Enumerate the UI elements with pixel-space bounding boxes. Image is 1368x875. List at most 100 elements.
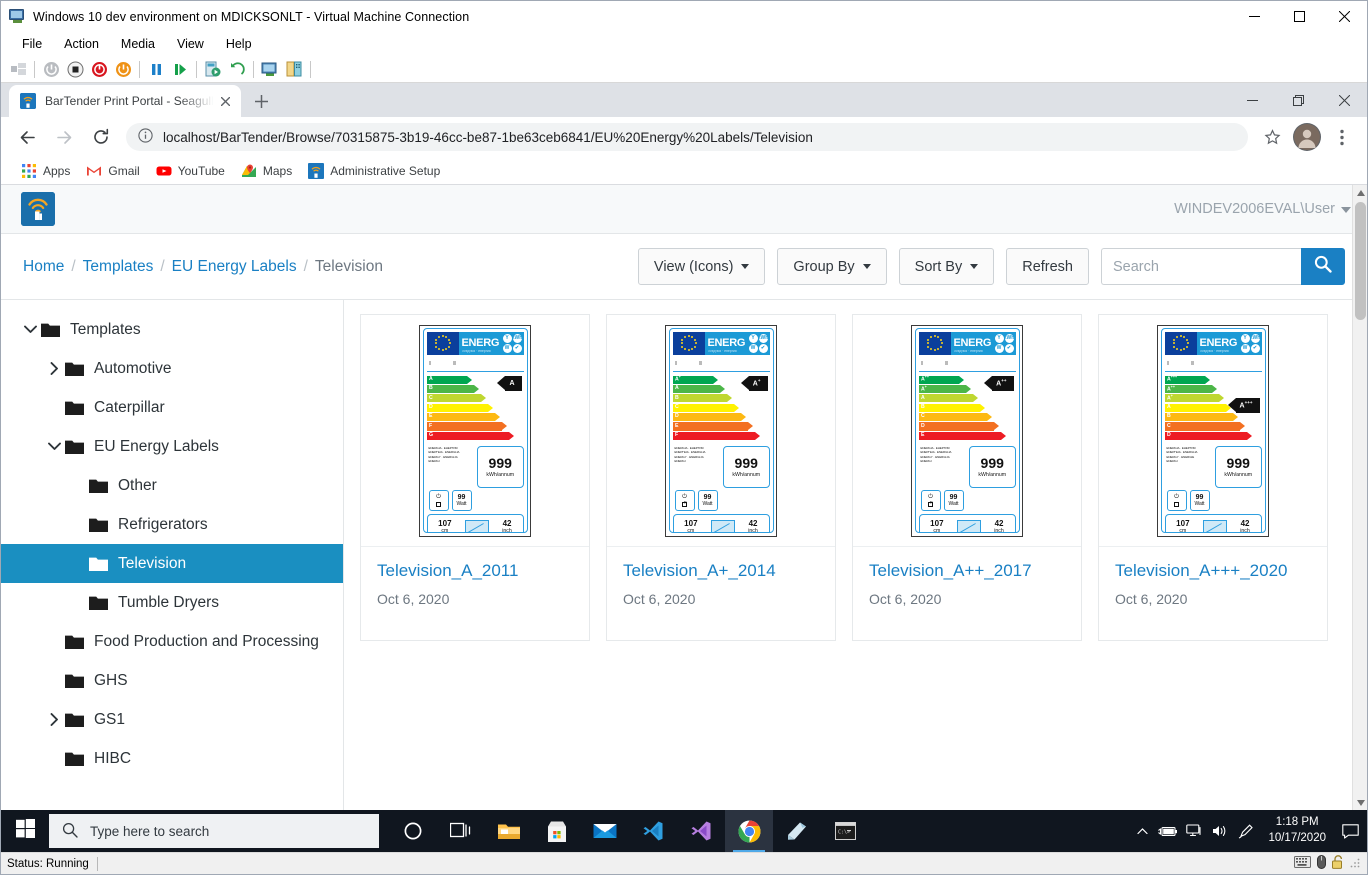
profile-avatar-icon[interactable] (1293, 123, 1321, 151)
task-view-icon[interactable] (437, 810, 485, 852)
scroll-down-arrow[interactable] (1353, 795, 1367, 810)
back-button[interactable] (13, 123, 41, 151)
sidebar-item-refrigerators[interactable]: Refrigerators (1, 505, 343, 544)
breadcrumb-item-home[interactable]: Home (23, 258, 64, 276)
template-card[interactable]: ENERGενεργεια · енергияYkWhW✔A++A+ABCDEA… (852, 314, 1082, 641)
battery-charging-icon[interactable] (1155, 810, 1181, 852)
enhanced-session-icon[interactable] (258, 57, 282, 81)
pause-icon[interactable] (144, 57, 168, 81)
microsoft-store-icon[interactable] (533, 810, 581, 852)
sidebar-item-gs1[interactable]: GS1 (1, 700, 343, 739)
mail-icon[interactable] (581, 810, 629, 852)
user-menu[interactable]: WINDEV2006EVAL\User (1174, 201, 1351, 217)
refresh-button[interactable]: Refresh (1006, 248, 1089, 285)
template-thumbnail[interactable]: ENERGενεργεια · енергияYkWhW✔ABCDEFGAENE… (361, 315, 589, 547)
bookmark-apps[interactable]: Apps (13, 160, 78, 182)
menu-media[interactable]: Media (110, 34, 166, 55)
new-tab-button[interactable] (247, 87, 275, 115)
chevron-right-icon[interactable] (43, 709, 65, 731)
sidebar-item-caterpillar[interactable]: Caterpillar (1, 388, 343, 427)
chrome-close-button[interactable] (1321, 83, 1367, 117)
resize-grip-icon[interactable] (1350, 857, 1361, 871)
bookmark-administrative-setup[interactable]: Administrative Setup (300, 160, 448, 182)
menu-action[interactable]: Action (53, 34, 110, 55)
turnoff-icon[interactable] (63, 57, 87, 81)
info-circle-icon[interactable] (138, 128, 153, 146)
start-button[interactable] (1, 810, 49, 852)
forward-button[interactable] (50, 123, 78, 151)
chrome-minimize-button[interactable] (1229, 83, 1275, 117)
template-card[interactable]: ENERGενεργεια · енергияYkWhW✔A+++A++A+AB… (1098, 314, 1328, 641)
sidebar-item-tumble-dryers[interactable]: Tumble Dryers (1, 583, 343, 622)
search-button[interactable] (1301, 248, 1345, 285)
bookmark-maps[interactable]: Maps (233, 160, 300, 182)
chevron-down-icon[interactable] (43, 436, 65, 458)
bartender-print-portal-logo[interactable] (21, 192, 55, 226)
pen-workspace-icon[interactable] (1233, 810, 1259, 852)
sidebar-item-automotive[interactable]: Automotive (1, 349, 343, 388)
terminal-icon[interactable]: C:\> (821, 810, 869, 852)
file-explorer-icon[interactable] (485, 810, 533, 852)
template-thumbnail[interactable]: ENERGενεργεια · енергияYkWhW✔A++A+ABCDEA… (853, 315, 1081, 547)
cortana-icon[interactable] (389, 810, 437, 852)
volume-icon[interactable] (1207, 810, 1233, 852)
bookmark-youtube[interactable]: YouTube (148, 160, 233, 182)
revert-icon[interactable] (225, 57, 249, 81)
checkpoint-icon[interactable] (201, 57, 225, 81)
sidebar-item-eu-energy-labels[interactable]: EU Energy Labels (1, 427, 343, 466)
visual-studio-icon[interactable] (677, 810, 725, 852)
template-card[interactable]: ENERGενεργεια · енергияYkWhW✔ABCDEFGAENE… (360, 314, 590, 641)
sidebar-item-hibc[interactable]: HIBC (1, 739, 343, 778)
settings-icon[interactable] (282, 57, 306, 81)
start-icon[interactable] (111, 57, 135, 81)
vm-restore-button[interactable] (1277, 1, 1322, 32)
vm-minimize-button[interactable] (1232, 1, 1277, 32)
taskbar-search[interactable]: Type here to search (49, 814, 379, 848)
browser-tab[interactable]: BarTender Print Portal - Seagull S (9, 85, 241, 117)
vm-close-button[interactable] (1322, 1, 1367, 32)
vs-code-icon[interactable] (629, 810, 677, 852)
template-title-link[interactable]: Television_A+_2014 (623, 561, 819, 581)
template-thumbnail[interactable]: ENERGενεργεια · енергияYkWhW✔A+++A++A+AB… (1099, 315, 1327, 547)
template-card[interactable]: ENERGενεργεια · енергияYkWhW✔A+ABCDEFA+E… (606, 314, 836, 641)
bookmark-gmail[interactable]: Gmail (78, 160, 147, 182)
template-title-link[interactable]: Television_A++_2017 (869, 561, 1065, 581)
reset-icon[interactable] (87, 57, 111, 81)
scroll-up-arrow[interactable] (1353, 185, 1367, 200)
taskbar-clock[interactable]: 1:18 PM 10/17/2020 (1259, 815, 1335, 846)
three-dot-menu-icon[interactable] (1328, 123, 1356, 151)
address-bar[interactable]: localhost/BarTender/Browse/70315875-3b19… (126, 123, 1248, 151)
breadcrumb-item-templates[interactable]: Templates (83, 258, 154, 276)
sidebar-item-food-production-and-processing[interactable]: Food Production and Processing (1, 622, 343, 661)
star-outline-icon[interactable] (1258, 123, 1286, 151)
breadcrumb-item-eu-energy-labels[interactable]: EU Energy Labels (172, 258, 297, 276)
sort-by-button[interactable]: Sort By (899, 248, 995, 285)
thumbnail-icon[interactable] (6, 57, 30, 81)
shutdown-icon[interactable] (39, 57, 63, 81)
search-input[interactable] (1101, 248, 1301, 285)
network-icon[interactable] (1181, 810, 1207, 852)
menu-help[interactable]: Help (215, 34, 263, 55)
sidebar-item-templates[interactable]: Templates (1, 310, 343, 349)
sidebar-item-television[interactable]: Television (1, 544, 343, 583)
chevron-right-icon[interactable] (43, 358, 65, 380)
show-hidden-icons-chevron[interactable] (1129, 810, 1155, 852)
page-scrollbar-thumb[interactable] (1355, 202, 1366, 320)
template-thumbnail[interactable]: ENERGενεργεια · енергияYkWhW✔A+ABCDEFA+E… (607, 315, 835, 547)
resume-icon[interactable] (168, 57, 192, 81)
sidebar-item-other[interactable]: Other (1, 466, 343, 505)
group-by-button[interactable]: Group By (777, 248, 886, 285)
sticky-notes-icon[interactable] (773, 810, 821, 852)
chrome-restore-button[interactable] (1275, 83, 1321, 117)
notification-chat-icon[interactable] (1335, 810, 1365, 852)
menu-view[interactable]: View (166, 34, 215, 55)
template-title-link[interactable]: Television_A_2011 (377, 561, 573, 581)
view-button[interactable]: View (Icons) (638, 248, 766, 285)
sidebar-item-ghs[interactable]: GHS (1, 661, 343, 700)
template-title-link[interactable]: Television_A+++_2020 (1115, 561, 1311, 581)
close-icon[interactable] (217, 93, 233, 109)
reload-button[interactable] (87, 123, 115, 151)
google-chrome-icon[interactable] (725, 810, 773, 852)
page-scrollbar[interactable] (1352, 185, 1367, 810)
menu-file[interactable]: File (11, 34, 53, 55)
